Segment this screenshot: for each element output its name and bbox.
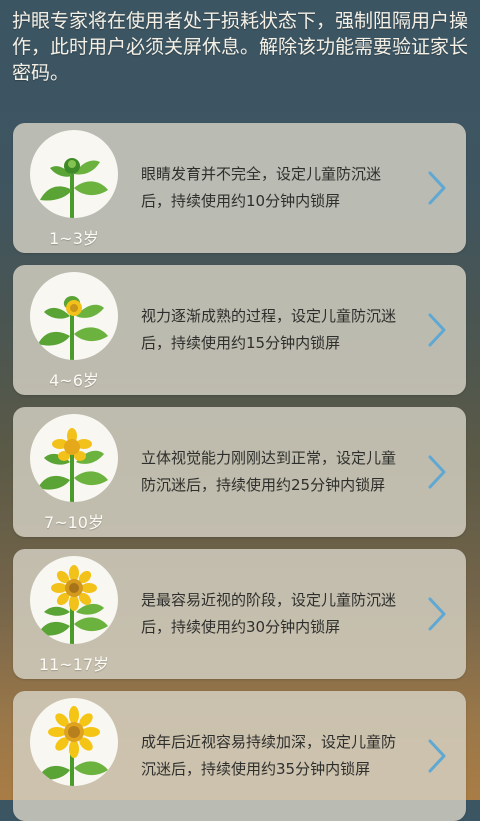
- age-description: 成年后近视容易持续加深，设定儿童防沉迷后，持续使用约35分钟内锁屏: [141, 733, 397, 778]
- age-label: 7~10岁: [44, 513, 104, 532]
- sunflower-full-bloom-icon: [30, 698, 118, 786]
- chevron-right-icon[interactable]: [426, 596, 448, 632]
- age-label: 11~17岁: [38, 655, 110, 674]
- age-option-card-5[interactable]: 成年后近视容易持续加深，设定儿童防沉迷后，持续使用约35分钟内锁屏: [13, 691, 466, 821]
- chevron-right-icon[interactable]: [426, 738, 448, 774]
- age-label: 1~3岁: [49, 229, 99, 248]
- sunflower-opening-icon: [30, 414, 118, 502]
- intro-text: 护眼专家将在使用者处于损耗状态下，强制阻隔用户操作，此时用户必须关屏休息。解除该…: [12, 10, 469, 84]
- chevron-right-icon[interactable]: [426, 312, 448, 348]
- sunflower-sprout-icon: [30, 130, 118, 218]
- sunflower-blooming-icon: [30, 556, 118, 644]
- age-description: 眼睛发育并不完全，设定儿童防沉迷后，持续使用约10分钟内锁屏: [141, 165, 382, 210]
- age-option-card-3[interactable]: 7~10岁 立体视觉能力刚刚达到正常，设定儿童防沉迷后，持续使用约25分钟内锁屏: [13, 407, 466, 537]
- chevron-right-icon[interactable]: [426, 170, 448, 206]
- age-option-card-2[interactable]: 4~6岁 视力逐渐成熟的过程，设定儿童防沉迷后，持续使用约15分钟内锁屏: [13, 265, 466, 395]
- age-description: 是最容易近视的阶段，设定儿童防沉迷后，持续使用约30分钟内锁屏: [141, 591, 397, 636]
- age-description: 立体视觉能力刚刚达到正常，设定儿童防沉迷后，持续使用约25分钟内锁屏: [141, 449, 397, 494]
- age-option-card-1[interactable]: 1~3岁 眼睛发育并不完全，设定儿童防沉迷后，持续使用约10分钟内锁屏: [13, 123, 466, 253]
- sunflower-bud-icon: [30, 272, 118, 360]
- age-label: 4~6岁: [49, 371, 99, 390]
- age-option-card-4[interactable]: 11~17岁 是最容易近视的阶段，设定儿童防沉迷后，持续使用约30分钟内锁屏: [13, 549, 466, 679]
- age-description: 视力逐渐成熟的过程，设定儿童防沉迷后，持续使用约15分钟内锁屏: [141, 307, 397, 352]
- chevron-right-icon[interactable]: [426, 454, 448, 490]
